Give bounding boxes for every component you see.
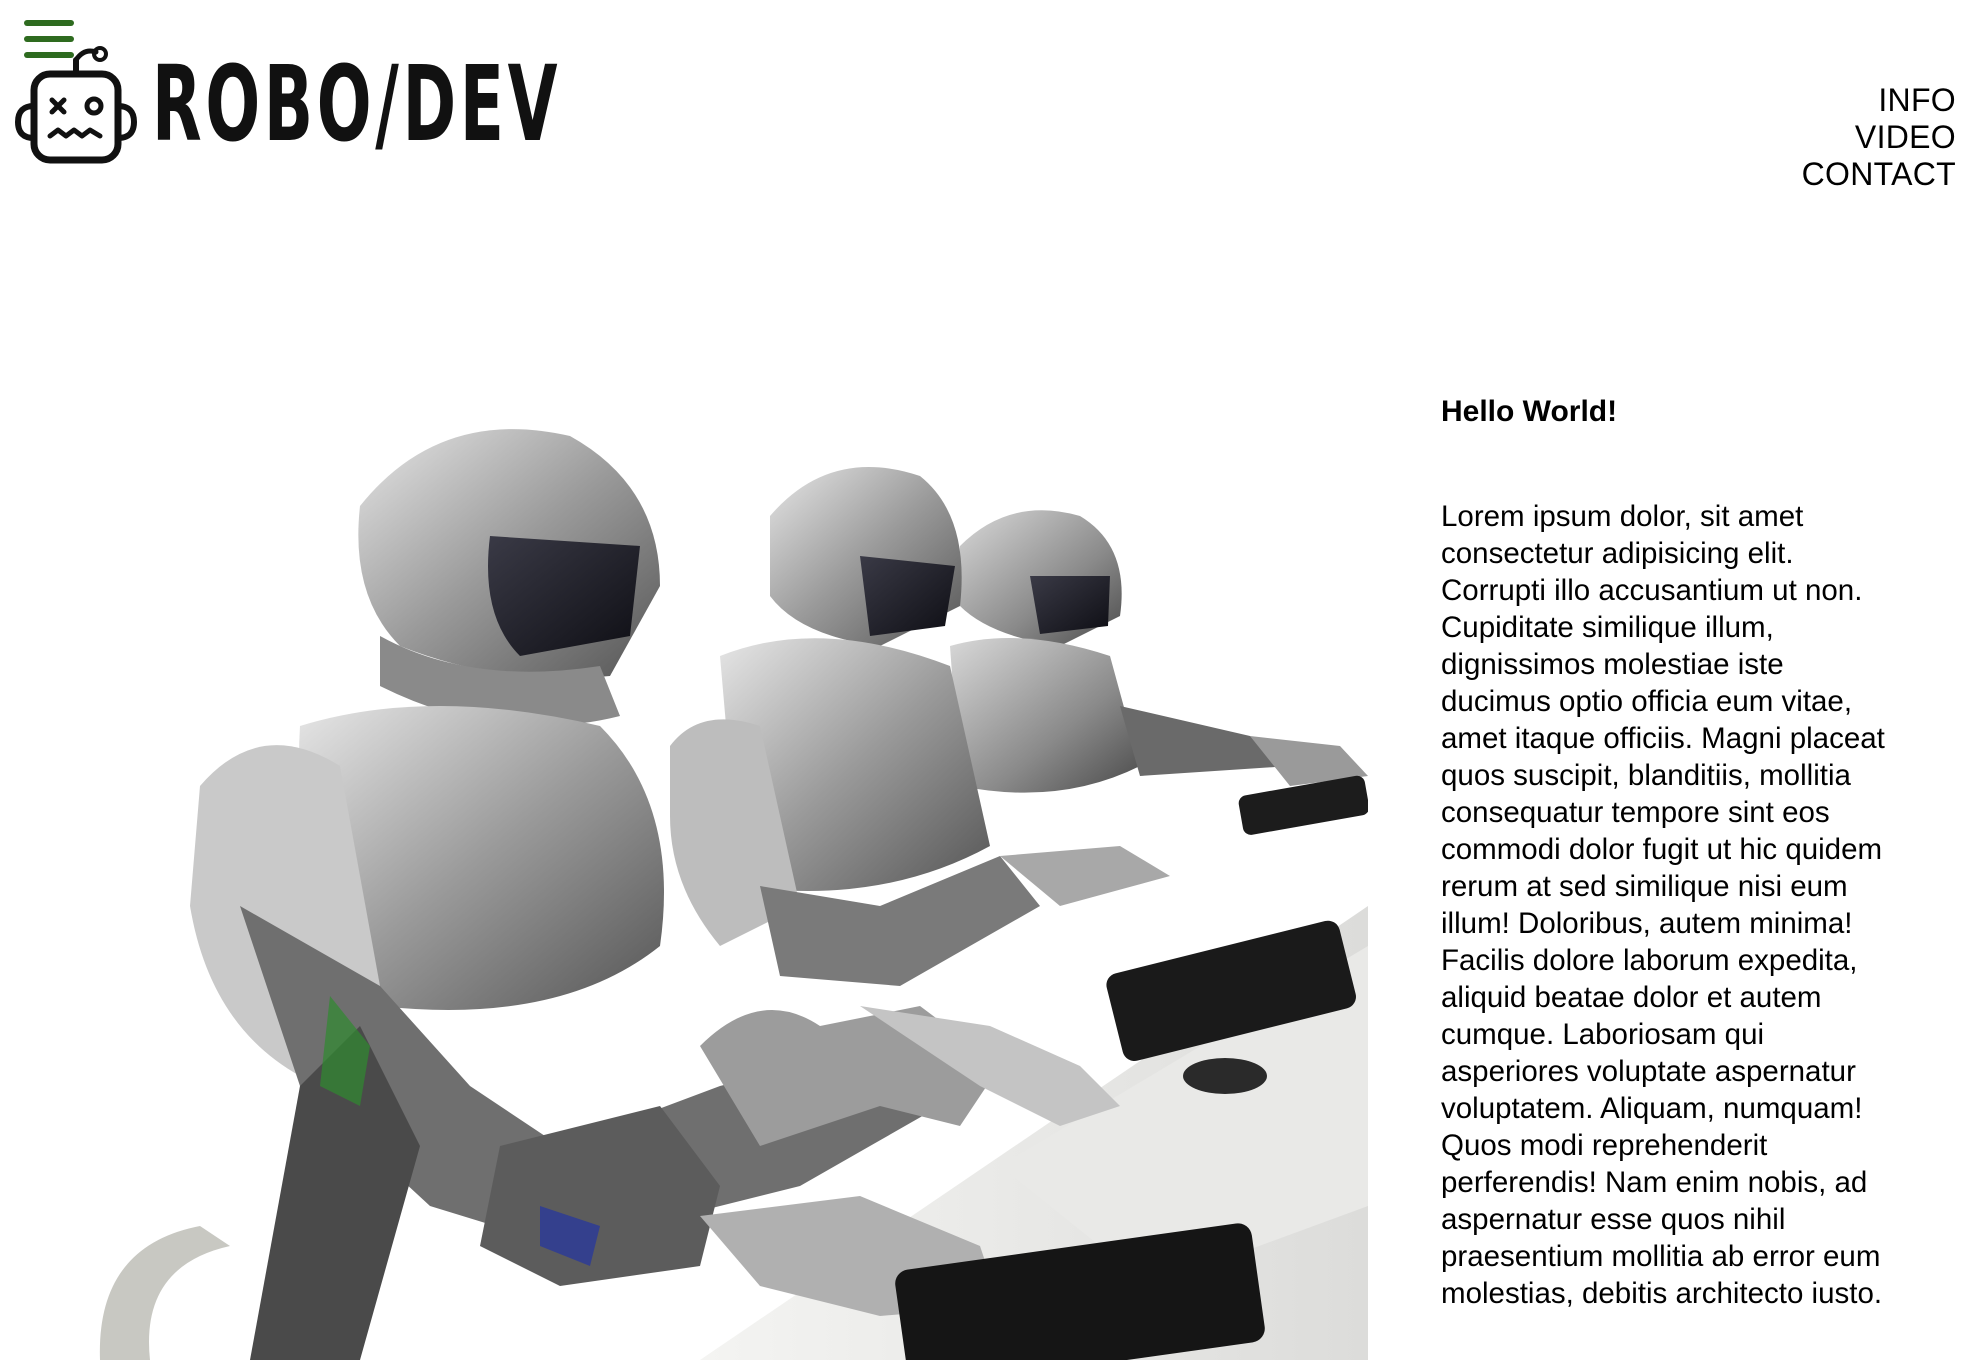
nav-link-video[interactable]: VIDEO: [1802, 119, 1956, 156]
site-logo[interactable]: ROBO/DEV: [14, 44, 812, 164]
brand-name: ROBO/DEV: [152, 43, 562, 165]
nav-link-contact[interactable]: CONTACT: [1802, 156, 1956, 193]
robot-head-icon: [14, 46, 138, 164]
hero-image: [0, 386, 1368, 1360]
nav-link-info[interactable]: INFO: [1802, 82, 1956, 119]
section-heading: Hello World!: [1441, 395, 1618, 428]
intro-section: Hello World! Lorem ipsum dolor, sit amet…: [1441, 392, 1901, 1312]
main-nav: INFO VIDEO CONTACT: [1802, 82, 1956, 193]
section-body: Lorem ipsum dolor, sit amet consectetur …: [1441, 500, 1885, 1310]
page: ROBO/DEV INFO VIDEO CONTACT Hello World!…: [0, 0, 1974, 1360]
